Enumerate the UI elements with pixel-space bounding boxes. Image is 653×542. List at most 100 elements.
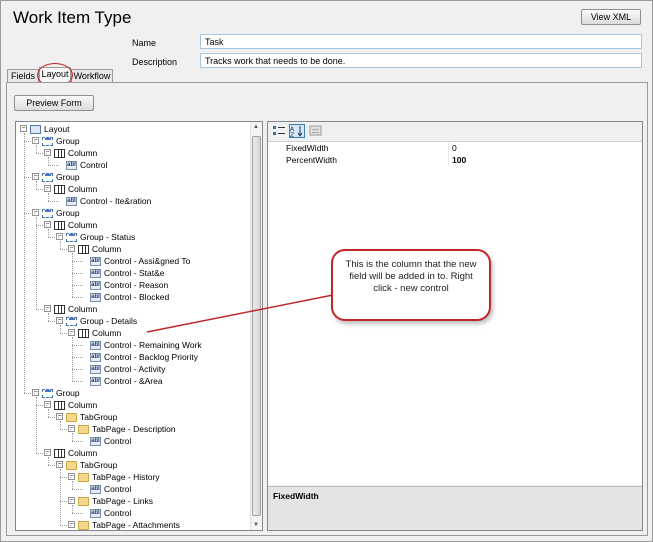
control-icon: abl [66,197,77,207]
tree-connector [36,181,37,189]
property-name: FixedWidth [286,143,329,153]
tree-connector [72,513,83,514]
tree-node[interactable]: Group [42,171,80,183]
tree-node[interactable]: Column [54,447,97,459]
folder-icon [78,473,89,483]
tree-node[interactable]: abl Control - Activity [90,363,165,375]
tree-connector [60,333,71,334]
tree-node[interactable]: Group [42,387,80,399]
tree-expand-toggle[interactable]: − [20,125,27,132]
layout-tree[interactable]: ▲ ▼ − Layout − Group − Column abl Control − Group… [15,121,263,531]
tree-node[interactable]: TabPage - History [78,471,160,483]
group-icon [66,233,77,243]
tree-connector [48,457,49,465]
tab-workflow[interactable]: Workflow [71,69,113,83]
tree-connector [36,309,47,310]
tree-node[interactable]: TabPage - Attachments [78,519,180,530]
tree-node-label: TabPage - Links [92,496,153,506]
tree-node[interactable]: abl Control - Ite&ration [66,195,151,207]
tree-node-label: TabGroup [80,412,118,422]
tree-node[interactable]: abl Control [90,435,131,447]
tree-node[interactable]: TabPage - Links [78,495,153,507]
tree-node[interactable]: abl Control [90,507,131,519]
tree-connector [48,417,59,418]
tree-node[interactable]: TabGroup [66,459,117,471]
tree-node-label: TabPage - Description [92,424,176,434]
property-value[interactable]: 0 [452,142,457,154]
view-xml-button[interactable]: View XML [581,9,641,25]
tree-node[interactable]: Layout [30,123,70,135]
column-icon [78,245,89,255]
tree-node[interactable]: Group [42,135,80,147]
column-icon [54,185,65,195]
tree-node[interactable]: abl Control - Remaining Work [90,339,202,351]
tree-node-label: Layout [44,124,70,134]
categorized-sort-icon[interactable] [271,124,287,138]
tree-node-label: Group [56,208,80,218]
scroll-thumb[interactable] [252,136,261,516]
tree-node[interactable]: Column [54,147,97,159]
tree-node[interactable]: abl Control - Backlog Priority [90,351,198,363]
tree-connector [48,157,49,165]
tree-node[interactable]: TabGroup [66,411,117,423]
property-pages-icon[interactable] [308,124,324,138]
tree-connector [72,357,83,358]
column-icon [54,221,65,231]
scroll-down-icon[interactable]: ▼ [253,522,259,528]
tree-node[interactable]: Column [78,327,121,339]
tree-scrollbar[interactable]: ▲ ▼ [250,122,262,530]
tree-node[interactable]: Column [54,399,97,411]
tree-node-label: Group [56,388,80,398]
tree-connector [60,241,61,249]
svg-text:Z: Z [290,132,294,137]
control-icon: abl [90,365,101,375]
tree-connector [72,369,83,370]
tree-connector [72,441,83,442]
tree-node[interactable]: Group - Details [66,315,137,327]
tree-connector [36,153,47,154]
tree-connector [60,325,61,333]
control-icon: abl [90,281,101,291]
tree-connector [24,133,25,393]
scroll-up-icon[interactable]: ▲ [253,124,259,130]
description-field[interactable]: Tracks work that needs to be done. [200,53,642,68]
tree-connector [24,177,35,178]
tree-node[interactable]: abl Control - Blocked [90,291,169,303]
tree-connector [72,261,83,262]
tree-node[interactable]: Column [78,243,121,255]
tree-node[interactable]: abl Control - Assi&gned To [90,255,190,267]
control-icon: abl [90,293,101,303]
tree-node[interactable]: abl Control [66,159,107,171]
tree-node[interactable]: abl Control - Reason [90,279,168,291]
property-row[interactable]: FixedWidth 0 [268,142,642,154]
name-field[interactable]: Task [200,34,642,49]
tree-connector [72,505,73,513]
tree-node[interactable]: abl Control - &Area [90,375,163,387]
tree-connector [72,481,73,489]
control-icon: abl [90,437,101,447]
property-value[interactable]: 100 [452,154,466,166]
tree-connector [72,253,73,297]
description-label: Description [132,57,178,67]
tree-node[interactable]: abl Control [90,483,131,495]
alphabetical-sort-icon[interactable]: AZ [289,124,305,139]
tree-node[interactable]: Group [42,207,80,219]
tree-connector [72,297,83,298]
tree-connector [48,201,59,202]
tree-node[interactable]: abl Control - Stat&e [90,267,164,279]
tab-fields[interactable]: Fields [7,69,39,83]
tree-node-label: Control - Assi&gned To [104,256,191,266]
tree-node[interactable]: Group - Status [66,231,135,243]
tree-connector [36,453,47,454]
group-icon [42,137,53,147]
tree-node[interactable]: Column [54,183,97,195]
preview-form-button[interactable]: Preview Form [14,95,94,111]
tree-node[interactable]: TabPage - Description [78,423,176,435]
tree-connector [36,397,37,453]
property-row[interactable]: PercentWidth 100 [268,154,642,166]
tree-node-label: Control [104,508,132,518]
tree-connector [60,469,61,525]
tree-node[interactable]: Column [54,219,97,231]
tree-node[interactable]: Column [54,303,97,315]
work-item-type-window: Work Item Type View XML Name Task Descri… [0,0,653,542]
